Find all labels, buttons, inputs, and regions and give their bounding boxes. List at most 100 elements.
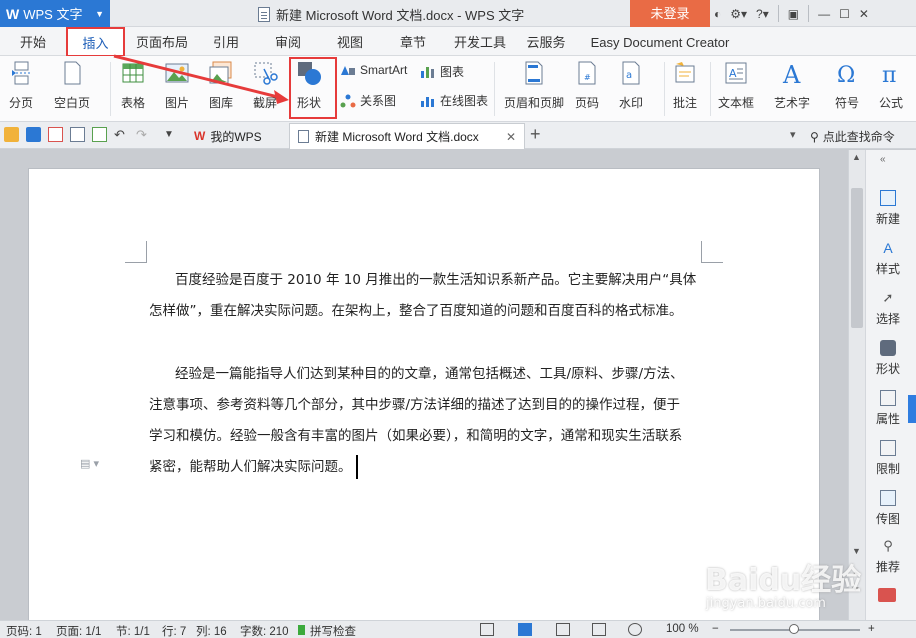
comment-button[interactable]: 批注 <box>672 60 698 111</box>
status-word-count[interactable]: 字数: 210 <box>240 623 289 638</box>
side-shape-button[interactable]: 形状 <box>866 340 910 377</box>
tab-references[interactable]: 引用 <box>206 27 246 56</box>
side-recommend-button[interactable]: ⚲ 推荐 <box>866 538 910 575</box>
svg-text:π: π <box>882 63 896 86</box>
save-icon[interactable] <box>26 127 41 142</box>
side-new-button[interactable]: 新建 <box>866 190 910 227</box>
side-restrict-button[interactable]: 限制 <box>866 440 910 477</box>
tab-developer[interactable]: 开发工具 <box>452 27 508 56</box>
paragraph-2[interactable]: 经验是一篇能指导人们达到某种目的的文章，通常包括概述、工具/原料、步骤/方法、 … <box>149 359 709 483</box>
login-button[interactable]: 未登录 <box>630 0 710 27</box>
zoom-level[interactable]: 100 % <box>666 623 699 635</box>
maximize-icon[interactable]: ☐ <box>839 7 850 21</box>
spell-check-button[interactable]: 拼写检查 <box>310 623 356 638</box>
text-cursor <box>355 455 358 479</box>
tab-my-wps[interactable]: W 我的WPS <box>186 123 286 149</box>
zoom-in-icon[interactable]: + <box>868 623 875 635</box>
toolbox-icon[interactable] <box>878 588 896 602</box>
skin-icon[interactable]: ◐ <box>714 7 721 21</box>
wordart-button[interactable]: A 艺术字 <box>774 60 810 111</box>
command-search[interactable]: ⚲ 点此查找命令 <box>810 128 895 145</box>
undo-icon[interactable]: ↶ <box>114 127 129 142</box>
status-section: 节: 1/1 <box>116 626 150 638</box>
gallery-button[interactable]: 图库 <box>208 60 234 111</box>
side-panel: « 新建 A 样式 ➚ 选择 形状 属性 限制 传图 ⚲ 推荐 <box>865 150 916 620</box>
textbox-button[interactable]: A 文本框 <box>718 60 754 111</box>
fullscreen-icon[interactable] <box>480 623 494 636</box>
chart-button[interactable]: 图表 <box>420 63 464 80</box>
table-button[interactable]: 表格 <box>120 60 146 111</box>
zoom-slider-thumb[interactable] <box>789 624 799 634</box>
relation-chart-button[interactable]: 关系图 <box>340 92 396 109</box>
smartart-button[interactable]: SmartArt <box>340 63 407 77</box>
ribbon-divider <box>710 62 711 116</box>
online-chart-button[interactable]: 在线图表 <box>420 92 488 109</box>
svg-text:A: A <box>782 61 801 86</box>
page-break-icon <box>12 61 30 85</box>
side-upload-image-button[interactable]: 传图 <box>866 490 910 527</box>
search-icon: ⚲ <box>810 129 819 144</box>
document-area: 百度经验是百度于 2010 年 10 月推出的一款生活知识系新产品。它主要解决用… <box>0 150 848 638</box>
export-pdf-icon[interactable] <box>48 127 63 142</box>
minimize-icon[interactable]: — <box>818 7 830 21</box>
app-menu-button[interactable]: W WPS 文字 ▼ <box>0 0 110 27</box>
document-page[interactable]: 百度经验是百度于 2010 年 10 月推出的一款生活知识系新产品。它主要解决用… <box>28 168 820 638</box>
print-preview-icon[interactable] <box>92 127 107 142</box>
paragraph-1[interactable]: 百度经验是百度于 2010 年 10 月推出的一款生活知识系新产品。它主要解决用… <box>149 265 709 327</box>
tab-section[interactable]: 章节 <box>393 27 433 56</box>
restore-icon[interactable]: ▣ <box>788 7 799 21</box>
sidebar-expand-handle[interactable] <box>908 395 916 423</box>
online-chart-icon <box>421 96 434 107</box>
quick-access-icons: ↶ ↷ ▼ <box>4 127 179 142</box>
formula-button[interactable]: π 公式 <box>878 60 904 111</box>
picture-button[interactable]: 图片 <box>164 60 190 111</box>
symbol-button[interactable]: Ω 符号 <box>834 60 860 111</box>
ribbon-collapse-icon[interactable]: ▾ <box>790 128 796 141</box>
new-tab-button[interactable]: + <box>530 124 541 145</box>
smartart-icon <box>341 66 355 75</box>
redo-icon[interactable]: ↷ <box>136 127 151 142</box>
omega-icon: Ω <box>837 63 855 86</box>
page-break-button[interactable]: 分页 <box>8 60 34 111</box>
status-row: 行: 7 <box>162 626 187 638</box>
vertical-scrollbar[interactable]: ▲ ▼ ⏶ ⏷ <box>848 150 865 620</box>
page-number-button[interactable]: # 页码 <box>574 60 600 111</box>
margin-corner-top-left <box>125 241 147 263</box>
scroll-thumb[interactable] <box>851 188 863 328</box>
header-footer-button[interactable]: 页眉和页脚 <box>504 60 564 111</box>
close-icon[interactable]: ✕ <box>859 7 869 21</box>
watermark-button[interactable]: a 水印 <box>618 60 644 111</box>
settings-icon[interactable]: ⚙▾ <box>730 7 747 21</box>
blank-page-button[interactable]: 空白页 <box>54 60 90 111</box>
help-icon[interactable]: ?▾ <box>756 7 769 21</box>
tab-view[interactable]: 视图 <box>330 27 370 56</box>
screenshot-button[interactable]: 截屏 <box>252 60 278 111</box>
more-dropdown-icon[interactable]: ▼ <box>164 127 179 142</box>
wps-red-logo-icon: W <box>194 129 206 143</box>
page-view-icon[interactable] <box>518 623 532 636</box>
side-style-button[interactable]: A 样式 <box>866 240 910 277</box>
tab-page-layout[interactable]: 页面布局 <box>134 27 190 56</box>
web-view-icon[interactable] <box>592 623 606 636</box>
close-tab-icon[interactable]: ✕ <box>506 130 516 144</box>
cursor-icon: ➚ <box>882 290 894 305</box>
tab-cloud[interactable]: 云服务 <box>524 27 568 56</box>
document-icon <box>258 7 270 22</box>
tab-easy-document-creator[interactable]: Easy Document Creator <box>588 27 732 56</box>
zoom-out-icon[interactable]: − <box>712 623 719 635</box>
tab-review[interactable]: 审阅 <box>268 27 308 56</box>
baidu-watermark-logo: Baidu经验 <box>705 563 862 598</box>
new-icon <box>880 190 896 206</box>
panel-collapse-icon[interactable]: « <box>880 154 886 165</box>
paragraph-marker-icon[interactable]: ▤ ▾ <box>80 457 99 470</box>
side-properties-button[interactable]: 属性 <box>866 390 910 427</box>
open-folder-icon[interactable] <box>4 127 19 142</box>
tab-current-document[interactable]: 新建 Microsoft Word 文档.docx ✕ <box>289 123 525 149</box>
scroll-up-icon[interactable]: ▲ <box>852 152 861 162</box>
print-icon[interactable] <box>70 127 85 142</box>
side-select-button[interactable]: ➚ 选择 <box>866 290 910 327</box>
tab-home[interactable]: 开始 <box>10 27 56 56</box>
eye-protection-icon[interactable] <box>628 623 642 636</box>
outline-view-icon[interactable] <box>556 623 570 636</box>
divider <box>777 5 779 22</box>
